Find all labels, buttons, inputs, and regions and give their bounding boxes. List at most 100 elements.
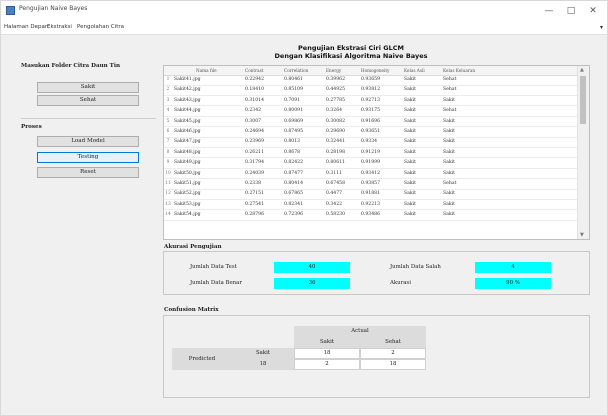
cell-correlation: 0.69869 <box>284 118 303 124</box>
cell-file: Sakit42.jpg <box>174 87 201 93</box>
cell-correlation: 0.87495 <box>284 129 303 134</box>
table-row[interactable]: 10 Sakit50.jpg 0.24039 0.87477 0.3111 0.93412… <box>164 169 578 180</box>
cell-kelas-keluaran: Sehat <box>443 108 457 114</box>
table-row[interactable]: 3 Sakit43.jpg 0.31014 0.7091 0.27785 0.92713 S… <box>164 96 578 107</box>
table-row[interactable]: 11 Sakit51.jpg 0.2338 0.80414 0.67458 0.93857… <box>164 179 578 190</box>
cell-contrast: 0.24694 <box>245 129 264 134</box>
cell-file: Sakit53.jpg <box>174 201 201 207</box>
cell-correlation: 0.67865 <box>284 191 303 197</box>
page-subtitle: Dengan Klasifikasi Algoritma Naive Bayes <box>274 52 428 60</box>
row-number: 6 <box>166 129 170 134</box>
cell-kelas-asli: Sakit <box>404 201 416 207</box>
column-header-contrast[interactable]: Contrast <box>245 68 263 73</box>
scroll-up-icon[interactable]: ▲ <box>580 67 584 73</box>
akurasi-group: Jumlah Data Test 40 Jumlah Data Benar 36… <box>163 251 590 295</box>
cell-kelas-asli: Sakit <box>404 160 416 166</box>
confusion-section-title: Confusion Matrix <box>164 307 219 313</box>
table-row[interactable]: 8 Sakit48.jpg 0.26211 0.8678 0.28198 0.91219 S… <box>164 148 578 159</box>
app-icon <box>6 6 15 15</box>
total-value: 40 <box>274 262 350 273</box>
table-row[interactable]: 2 Sakit42.jpg 0.18410 0.85109 0.44925 0.93812… <box>164 85 578 97</box>
cell-homogeneity: 0.91696 <box>361 118 380 124</box>
total-label: Jumlah Data Test <box>190 264 237 270</box>
cell-kelas-asli: Sakit <box>404 191 416 197</box>
predicted-sakit-header: Sakit <box>232 348 294 359</box>
cell-kelas-keluaran: Sehat <box>443 87 457 93</box>
table-row[interactable]: 6 Sakit46.jpg 0.24694 0.87495 0.29690 0.93651… <box>164 127 578 138</box>
cell-energy: 0.28198 <box>326 149 345 155</box>
scroll-thumb[interactable] <box>580 76 586 124</box>
cell-kelas-keluaran: Sakit <box>443 160 455 166</box>
table-row[interactable]: 14 Sakit54.jpg 0.28796 0.72396 0.58230 0.9348… <box>164 210 578 221</box>
cell-kelas-keluaran: Sakit <box>443 139 455 145</box>
testing-button[interactable]: Testing <box>37 152 139 163</box>
cell-energy: 0.29690 <box>326 129 345 134</box>
menu-item-ekstraksi[interactable]: Ekstraksi <box>47 24 72 30</box>
column-header-correlation[interactable]: Correlation <box>284 68 308 73</box>
scroll-down-icon[interactable]: ▼ <box>580 232 584 238</box>
cell-kelas-asli: Sakit <box>404 118 416 124</box>
table-scrollbar[interactable]: ▲ ▼ <box>577 66 589 239</box>
cell-homogeneity: 0.93651 <box>361 129 380 134</box>
sakit-button[interactable]: Sakit <box>37 82 139 93</box>
cell-energy: 0.3264 <box>326 108 343 114</box>
column-header-kelas-keluaran[interactable]: Kelas Keluaran <box>443 68 475 73</box>
cell-contrast: 0.3007 <box>245 118 262 124</box>
window-title: Pengujian Naive Bayes <box>19 5 88 12</box>
cell-correlation: 0.80414 <box>284 181 303 186</box>
menu-item-pengolahan-citra[interactable]: Pengolahan Citra <box>77 24 124 30</box>
cell-contrast: 0.2338 <box>245 181 262 186</box>
cell-energy: 0.67458 <box>326 181 345 186</box>
sehat-button[interactable]: Sehat <box>37 95 139 106</box>
row-number: 12 <box>165 191 171 197</box>
table-row[interactable]: 1 Sakit41.jpg 0.22942 0.80461 0.39962 0.93659… <box>164 75 578 86</box>
table-row[interactable]: 4 Sakit44.jpg 0.2342 0.80091 0.3264 0.93175 Sa… <box>164 106 578 117</box>
close-button[interactable]: ✕ <box>583 4 603 18</box>
cell-kelas-keluaran: Sakit <box>443 129 455 134</box>
table-row[interactable]: 7 Sakit47.jpg 0.23969 0.8013 0.32441 0.9334 Sa… <box>164 137 578 149</box>
column-header-kelas-asli[interactable]: Kelas Asli <box>404 68 425 73</box>
cell-file: Sakit50.jpg <box>174 170 201 176</box>
maximize-button[interactable]: □ <box>561 4 581 18</box>
cell-homogeneity: 0.93659 <box>361 77 380 82</box>
cell-file: Sakit47.jpg <box>174 139 201 145</box>
cell-contrast: 0.28796 <box>245 212 264 218</box>
cell-kelas-asli: Sakit <box>404 108 416 114</box>
actual-header: Actual <box>294 326 426 337</box>
row-number: 3 <box>166 97 170 103</box>
cell-homogeneity: 0.91881 <box>361 191 380 197</box>
salah-value: 4 <box>475 262 551 273</box>
cell-homogeneity: 0.93486 <box>361 212 380 218</box>
table-row[interactable]: 9 Sakit49.jpg 0.31794 0.82422 0.80611 0.91999… <box>164 158 578 169</box>
table-row[interactable]: 13 Sakit53.jpg 0.27541 0.82341 0.3422 0.92213… <box>164 200 578 211</box>
table-row[interactable]: 5 Sakit45.jpg 0.3007 0.69869 0.30082 0.91696 S… <box>164 117 578 128</box>
cell-kelas-keluaran: Sakit <box>443 118 455 124</box>
cell-energy: 0.3111 <box>326 170 343 176</box>
akurasi-value: 90 % <box>475 278 551 289</box>
chevron-down-icon[interactable]: ▾ <box>600 24 603 31</box>
cell-correlation: 0.80091 <box>284 108 303 114</box>
cell-energy: 0.44925 <box>326 87 345 93</box>
cell-contrast: 0.27541 <box>245 201 264 207</box>
minimize-button[interactable]: — <box>539 4 559 18</box>
cell-correlation: 0.82422 <box>284 160 303 166</box>
cell-correlation: 0.8678 <box>284 149 301 155</box>
menu-item-halaman-depan[interactable]: Halaman Depan <box>4 24 48 30</box>
column-header-energy[interactable]: Energy <box>326 68 341 73</box>
column-header-homogeneity[interactable]: Homogeneity <box>361 68 389 73</box>
row-number: 2 <box>166 87 170 93</box>
cell-correlation: 0.80461 <box>284 77 303 82</box>
cell-homogeneity: 0.93412 <box>361 170 380 176</box>
cell-homogeneity: 0.93812 <box>361 87 380 93</box>
column-header-file[interactable]: Nama file <box>196 68 217 73</box>
cell-homogeneity: 0.92713 <box>361 97 380 103</box>
load-model-button[interactable]: Load Model <box>37 136 139 147</box>
reset-button[interactable]: Reset <box>37 167 139 178</box>
table-row[interactable]: 12 Sakit52.jpg 0.27151 0.67865 0.4477 0.91881… <box>164 189 578 201</box>
cell-energy: 0.27785 <box>326 97 345 103</box>
cell-kelas-keluaran: Sakit <box>443 191 455 197</box>
cell-correlation: 0.85109 <box>284 87 303 93</box>
akurasi-label: Akurasi <box>390 280 411 286</box>
cell-homogeneity: 0.93857 <box>361 181 380 186</box>
results-table[interactable]: Nama file Contrast Correlation Energy Ho… <box>163 65 590 240</box>
